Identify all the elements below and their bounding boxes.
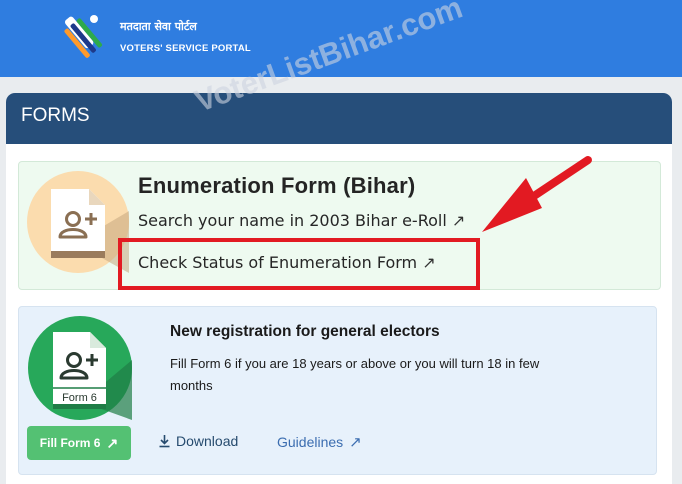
fill-form6-button[interactable]: Fill Form 6 ↗ — [27, 426, 131, 460]
form6-icon-label: Form 6 — [62, 392, 97, 404]
guidelines-link[interactable]: Guidelines ↗ — [277, 433, 362, 451]
forms-header: FORMS — [6, 93, 672, 144]
enumeration-form-title: Enumeration Form (Bihar) — [138, 173, 416, 198]
download-icon — [159, 435, 170, 448]
download-link-label: Download — [176, 433, 239, 449]
user-add-icon — [51, 189, 129, 273]
form6-description: Fill Form 6 if you are 18 years or above… — [170, 356, 540, 393]
guidelines-link-label: Guidelines — [277, 434, 344, 450]
portal-title-hindi: मतदाता सेवा पोर्टल — [120, 20, 197, 33]
highlight-box — [118, 238, 480, 290]
enumeration-form-icon — [27, 171, 129, 273]
search-e-roll-link[interactable]: Search your name in 2003 Bihar e-Roll ↗ — [138, 211, 465, 230]
form6-document-icon: Form 6 — [53, 332, 132, 420]
form6-title: New registration for general electors — [170, 323, 440, 340]
forms-title: FORMS — [21, 105, 90, 126]
portal-title-english: VOTERS' SERVICE PORTAL — [120, 43, 251, 54]
external-link-icon: ↗ — [349, 434, 362, 451]
red-pointer-arrow-icon — [482, 156, 592, 232]
eci-logo-icon — [64, 15, 103, 58]
form6-icon: Form 6 — [28, 316, 132, 420]
search-e-roll-link-label: Search your name in 2003 Bihar e-Roll — [138, 211, 447, 230]
download-link[interactable]: Download — [158, 433, 238, 449]
external-link-icon: ↗ — [451, 211, 466, 230]
fill-form6-button-label: Fill Form 6 — [39, 436, 101, 450]
external-link-icon: ↗ — [106, 434, 119, 451]
